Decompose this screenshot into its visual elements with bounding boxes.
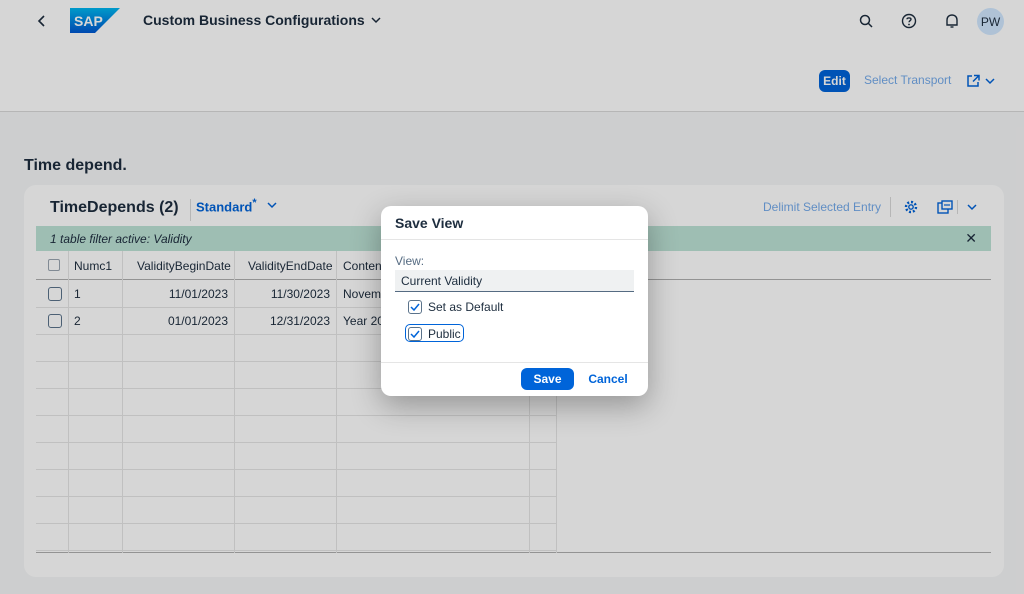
save-button[interactable]: Save	[521, 368, 574, 390]
view-label: View:	[395, 254, 425, 268]
public-option[interactable]: Public	[408, 327, 461, 341]
dialog-title: Save View	[395, 215, 464, 231]
checkmark-icon	[410, 303, 420, 311]
dialog-footer-divider	[381, 362, 648, 363]
checkmark-icon	[410, 330, 420, 338]
set-default-option[interactable]: Set as Default	[408, 300, 503, 314]
public-checkbox[interactable]	[408, 327, 422, 341]
save-view-dialog: Save View View: Set as Default Public Sa…	[381, 206, 648, 396]
public-label: Public	[428, 327, 461, 341]
set-default-label: Set as Default	[428, 300, 504, 314]
dialog-divider	[381, 239, 648, 240]
cancel-button[interactable]: Cancel	[583, 368, 633, 390]
view-name-input[interactable]	[395, 270, 634, 292]
set-default-checkbox[interactable]	[408, 300, 422, 314]
